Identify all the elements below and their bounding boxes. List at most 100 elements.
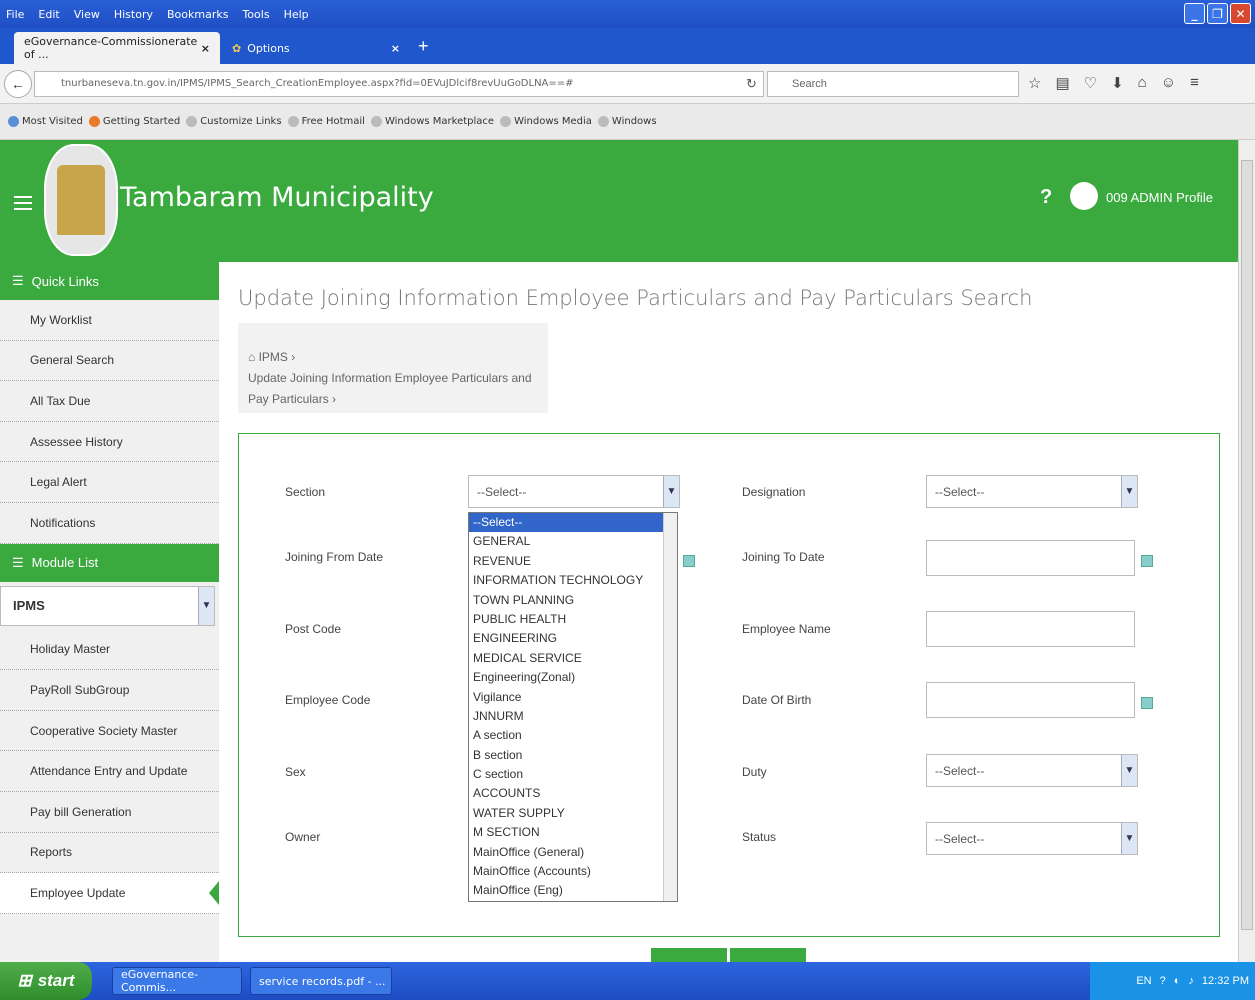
url-text: tnurbaneseva.tn.gov.in/IPMS/IPMS_Search_… <box>61 78 574 89</box>
menu-bookmarks[interactable]: Bookmarks <box>167 8 228 21</box>
dropdown-option[interactable]: WATER SUPPLY <box>469 804 677 823</box>
start-button[interactable]: ⊞ start <box>0 962 92 1000</box>
profile-link[interactable]: 009 ADMIN Profile <box>1106 190 1213 205</box>
hamburger-menu-icon[interactable] <box>14 196 32 210</box>
date-of-birth-input[interactable] <box>926 682 1135 718</box>
back-button[interactable]: ← <box>4 70 32 98</box>
help-tray-icon[interactable]: ? <box>1160 975 1166 987</box>
employee-name-label: Employee Name <box>742 622 831 636</box>
dropdown-option[interactable]: ENGINEERING <box>469 629 677 648</box>
minimize-button[interactable]: _ <box>1184 3 1205 24</box>
status-select[interactable]: --Select-- ▼ <box>926 822 1138 855</box>
dropdown-option[interactable]: INFORMATION TECHNOLOGY <box>469 571 677 590</box>
menu-edit[interactable]: Edit <box>38 8 59 21</box>
tab-options[interactable]: ✿ Options × <box>222 32 410 64</box>
bookmark-windows[interactable]: Windows <box>597 116 657 127</box>
dropdown-option[interactable]: A section <box>469 726 677 745</box>
sidebar-item-attendance-entry[interactable]: Attendance Entry and Update <box>0 751 219 792</box>
avatar[interactable] <box>1070 182 1098 210</box>
joining-to-date-input[interactable] <box>926 540 1135 576</box>
dropdown-option[interactable]: MEDICAL SERVICE <box>469 649 677 668</box>
search-input[interactable]: Search <box>767 71 1019 97</box>
windows-taskbar: ⊞ start eGovernance-Commis... service rec… <box>0 962 1255 1000</box>
help-icon[interactable]: ? <box>1040 186 1052 209</box>
bookmark-free-hotmail[interactable]: Free Hotmail <box>287 116 365 127</box>
calendar-icon[interactable] <box>1141 555 1153 567</box>
sidebar-item-assessee-history[interactable]: Assessee History <box>0 422 219 463</box>
tab-egovernance[interactable]: eGovernance-Commissionerate of ... × <box>14 32 220 64</box>
taskbar-item-browser[interactable]: eGovernance-Commis... <box>112 967 242 995</box>
menu-help[interactable]: Help <box>284 8 309 21</box>
dropdown-option[interactable]: PUBLIC HEALTH <box>469 610 677 629</box>
bookmark-windows-marketplace[interactable]: Windows Marketplace <box>370 116 494 127</box>
menu-history[interactable]: History <box>114 8 153 21</box>
sidebar-item-reports[interactable]: Reports <box>0 833 219 874</box>
menu-tools[interactable]: Tools <box>242 8 269 21</box>
sidebar-item-my-worklist[interactable]: My Worklist <box>0 300 219 341</box>
dropdown-option[interactable]: GENERAL <box>469 532 677 551</box>
dropdown-scrollbar[interactable] <box>663 513 677 901</box>
menu-file[interactable]: File <box>6 8 24 21</box>
section-dropdown-list[interactable]: --Select-- GENERAL REVENUE INFORMATION T… <box>468 512 678 902</box>
breadcrumb-ipms[interactable]: IPMS <box>259 350 288 364</box>
url-bar[interactable]: tnurbaneseva.tn.gov.in/IPMS/IPMS_Search_… <box>34 71 764 97</box>
dropdown-option[interactable]: TOWN PLANNING <box>469 591 677 610</box>
dropdown-option[interactable]: MainOffice (Accounts) <box>469 862 677 881</box>
dropdown-option[interactable]: M SECTION <box>469 823 677 842</box>
new-tab-button[interactable]: + <box>418 36 429 57</box>
dropdown-option[interactable]: REVENUE <box>469 552 677 571</box>
dropdown-option[interactable]: ACCOUNTS <box>469 784 677 803</box>
menu-view[interactable]: View <box>74 8 100 21</box>
sidebar-item-payroll-subgroup[interactable]: PayRoll SubGroup <box>0 670 219 711</box>
language-indicator[interactable]: EN <box>1136 975 1151 987</box>
dropdown-option[interactable]: JNNURM <box>469 707 677 726</box>
clock[interactable]: 12:32 PM <box>1202 975 1249 987</box>
bookmark-customize-links[interactable]: Customize Links <box>186 116 282 127</box>
maximize-button[interactable]: ❐ <box>1207 3 1228 24</box>
home-icon[interactable]: ⌂ <box>1138 74 1147 92</box>
sex-label: Sex <box>285 765 306 779</box>
designation-select[interactable]: --Select-- ▼ <box>926 475 1138 508</box>
dropdown-option[interactable]: MainOffice (Eng) <box>469 881 677 900</box>
close-tab-icon[interactable]: × <box>201 42 210 55</box>
bookmark-getting-started[interactable]: Getting Started <box>88 116 180 127</box>
sidebar-item-general-search[interactable]: General Search <box>0 341 219 382</box>
module-select[interactable]: IPMS ▼ <box>0 585 215 626</box>
close-window-button[interactable]: ✕ <box>1230 3 1251 24</box>
download-icon[interactable]: ⬇ <box>1111 74 1124 92</box>
page-title: Update Joining Information Employee Part… <box>238 286 1033 310</box>
bookmark-windows-media[interactable]: Windows Media <box>500 116 592 127</box>
dropdown-option[interactable]: Engineering(Zonal) <box>469 668 677 687</box>
pocket-icon[interactable]: ♡ <box>1084 74 1097 92</box>
taskbar-item-pdf[interactable]: service records.pdf - ... <box>250 967 392 995</box>
close-tab-icon[interactable]: × <box>391 42 400 55</box>
breadcrumb-current[interactable]: Update Joining Information Employee Part… <box>248 371 532 406</box>
menu-icon[interactable]: ≡ <box>1190 74 1199 92</box>
bookmark-star-icon[interactable]: ☆ <box>1028 74 1041 92</box>
scrollbar-thumb[interactable] <box>1241 160 1253 930</box>
section-select[interactable]: --Select-- ▼ <box>468 475 680 508</box>
dropdown-option[interactable]: B section <box>469 746 677 765</box>
bookmark-most-visited[interactable]: Most Visited <box>8 116 83 127</box>
sidebar-item-legal-alert[interactable]: Legal Alert <box>0 462 219 503</box>
employee-name-input[interactable] <box>926 611 1135 647</box>
sidebar-item-notifications[interactable]: Notifications <box>0 503 219 544</box>
reload-icon[interactable]: ↻ <box>746 76 757 92</box>
calendar-icon[interactable] <box>1141 697 1153 709</box>
smiley-icon[interactable]: ☺ <box>1161 74 1176 92</box>
page-scrollbar[interactable] <box>1238 140 1255 962</box>
sidebar-item-all-tax-due[interactable]: All Tax Due <box>0 381 219 422</box>
sidebar-item-pay-bill-generation[interactable]: Pay bill Generation <box>0 792 219 833</box>
dropdown-option[interactable]: Vigilance <box>469 688 677 707</box>
sidebar-item-employee-update[interactable]: Employee Update <box>0 873 219 914</box>
sidebar-item-holiday-master[interactable]: Holiday Master <box>0 630 219 671</box>
volume-icon[interactable]: ♪ <box>1188 975 1194 987</box>
sidebar-item-cooperative-society-master[interactable]: Cooperative Society Master <box>0 711 219 752</box>
network-icon[interactable]: ◐ <box>1174 975 1181 987</box>
calendar-icon[interactable] <box>683 555 695 567</box>
dropdown-option[interactable]: C section <box>469 765 677 784</box>
dropdown-option[interactable]: --Select-- <box>469 513 677 533</box>
reading-list-icon[interactable]: ▤ <box>1055 74 1069 92</box>
duty-select[interactable]: --Select-- ▼ <box>926 754 1138 787</box>
dropdown-option[interactable]: MainOffice (General) <box>469 843 677 862</box>
